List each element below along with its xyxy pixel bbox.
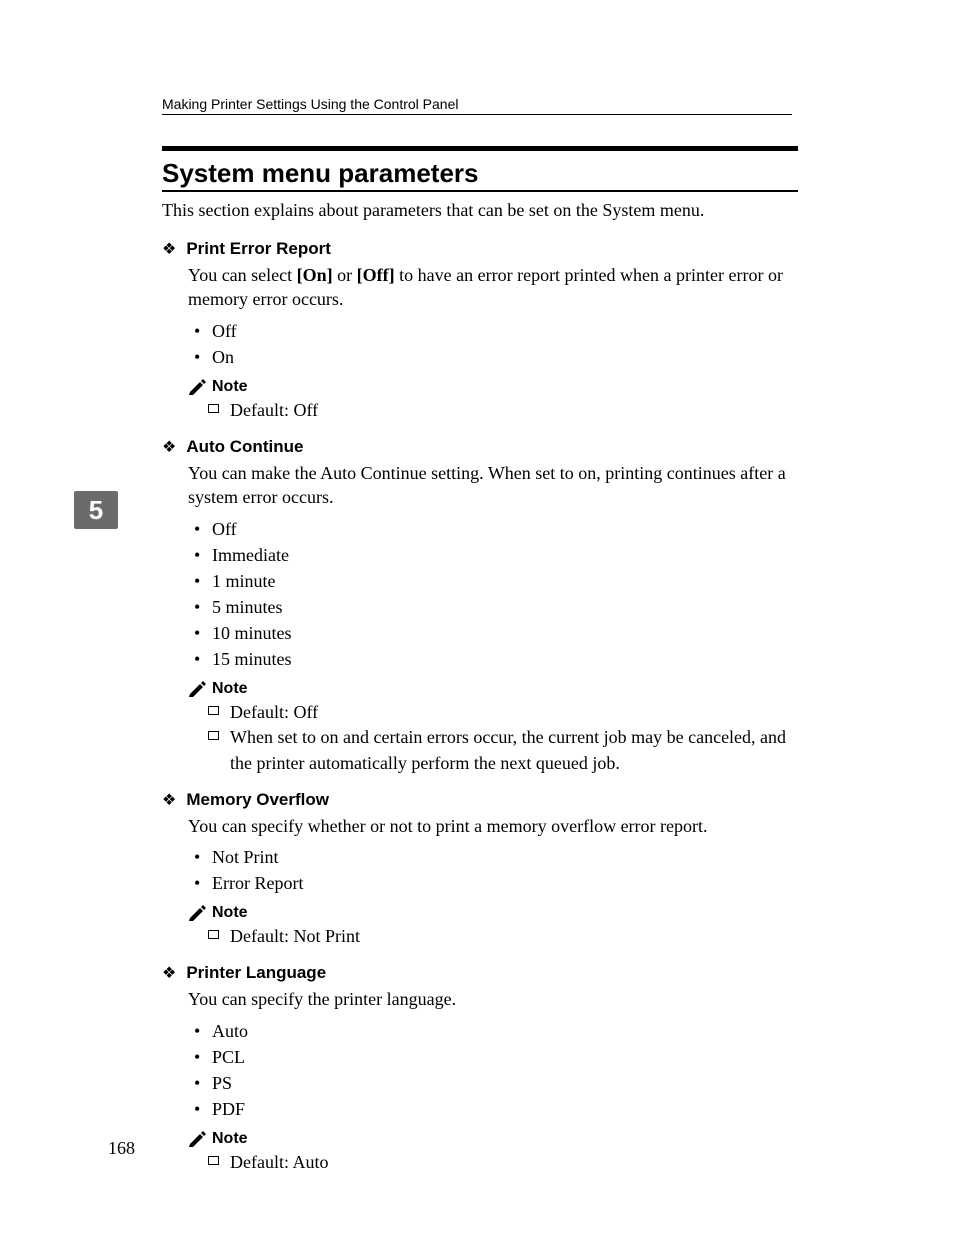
list-item: PS	[212, 1070, 802, 1096]
param-description: You can specify the printer language.	[188, 987, 802, 1011]
section-top-rule	[162, 146, 798, 151]
param-description: You can select [On] or [Off] to have an …	[188, 263, 802, 312]
note-list: Default: Off	[208, 398, 802, 423]
diamond-icon: ❖	[162, 793, 176, 809]
param-description: You can make the Auto Continue setting. …	[188, 461, 802, 510]
note-heading: Note	[188, 904, 802, 922]
list-item: 5 minutes	[212, 594, 802, 620]
pencil-icon	[188, 1131, 206, 1147]
list-item: Not Print	[212, 844, 802, 870]
pencil-icon	[188, 681, 206, 697]
note-item: Default: Off	[208, 700, 802, 725]
param-title: Print Error Report	[186, 239, 331, 259]
page-number: 168	[108, 1138, 135, 1159]
note-label: Note	[212, 680, 248, 698]
list-item: Immediate	[212, 542, 802, 568]
section-title: System menu parameters	[162, 158, 478, 189]
diamond-icon: ❖	[162, 242, 176, 258]
chapter-tab: 5	[74, 491, 118, 529]
note-list: Default: Off When set to on and certain …	[208, 700, 802, 776]
list-item: On	[212, 344, 802, 370]
diamond-icon: ❖	[162, 440, 176, 456]
list-item: PCL	[212, 1044, 802, 1070]
list-item: PDF	[212, 1096, 802, 1122]
param-title: Printer Language	[186, 963, 326, 983]
option-list: Auto PCL PS PDF	[212, 1018, 802, 1122]
param-title: Memory Overflow	[186, 790, 329, 810]
list-item: Error Report	[212, 870, 802, 896]
intro-text: This section explains about parameters t…	[162, 200, 802, 221]
note-heading: Note	[188, 680, 802, 698]
section-title-rule	[162, 190, 798, 192]
option-list: Off On	[212, 318, 802, 370]
note-heading: Note	[188, 378, 802, 396]
note-label: Note	[212, 1130, 248, 1148]
note-item: Default: Auto	[208, 1150, 802, 1175]
pencil-icon	[188, 905, 206, 921]
diamond-icon: ❖	[162, 966, 176, 982]
list-item: Off	[212, 516, 802, 542]
note-item: When set to on and certain errors occur,…	[208, 725, 802, 775]
note-label: Note	[212, 904, 248, 922]
list-item: 1 minute	[212, 568, 802, 594]
param-memory-overflow: ❖ Memory Overflow You can specify whethe…	[162, 790, 802, 950]
note-label: Note	[212, 378, 248, 396]
note-item: Default: Off	[208, 398, 802, 423]
param-print-error-report: ❖ Print Error Report You can select [On]…	[162, 239, 802, 423]
note-item: Default: Not Print	[208, 924, 802, 949]
option-list: Not Print Error Report	[212, 844, 802, 896]
list-item: 15 minutes	[212, 646, 802, 672]
note-heading: Note	[188, 1130, 802, 1148]
header-rule	[162, 114, 792, 115]
list-item: Off	[212, 318, 802, 344]
param-printer-language: ❖ Printer Language You can specify the p…	[162, 963, 802, 1175]
param-description: You can specify whether or not to print …	[188, 814, 802, 838]
pencil-icon	[188, 379, 206, 395]
param-title: Auto Continue	[186, 437, 303, 457]
content-area: This section explains about parameters t…	[162, 200, 802, 1189]
option-list: Off Immediate 1 minute 5 minutes 10 minu…	[212, 516, 802, 673]
note-list: Default: Not Print	[208, 924, 802, 949]
running-header: Making Printer Settings Using the Contro…	[162, 96, 458, 112]
param-auto-continue: ❖ Auto Continue You can make the Auto Co…	[162, 437, 802, 776]
note-list: Default: Auto	[208, 1150, 802, 1175]
list-item: Auto	[212, 1018, 802, 1044]
list-item: 10 minutes	[212, 620, 802, 646]
